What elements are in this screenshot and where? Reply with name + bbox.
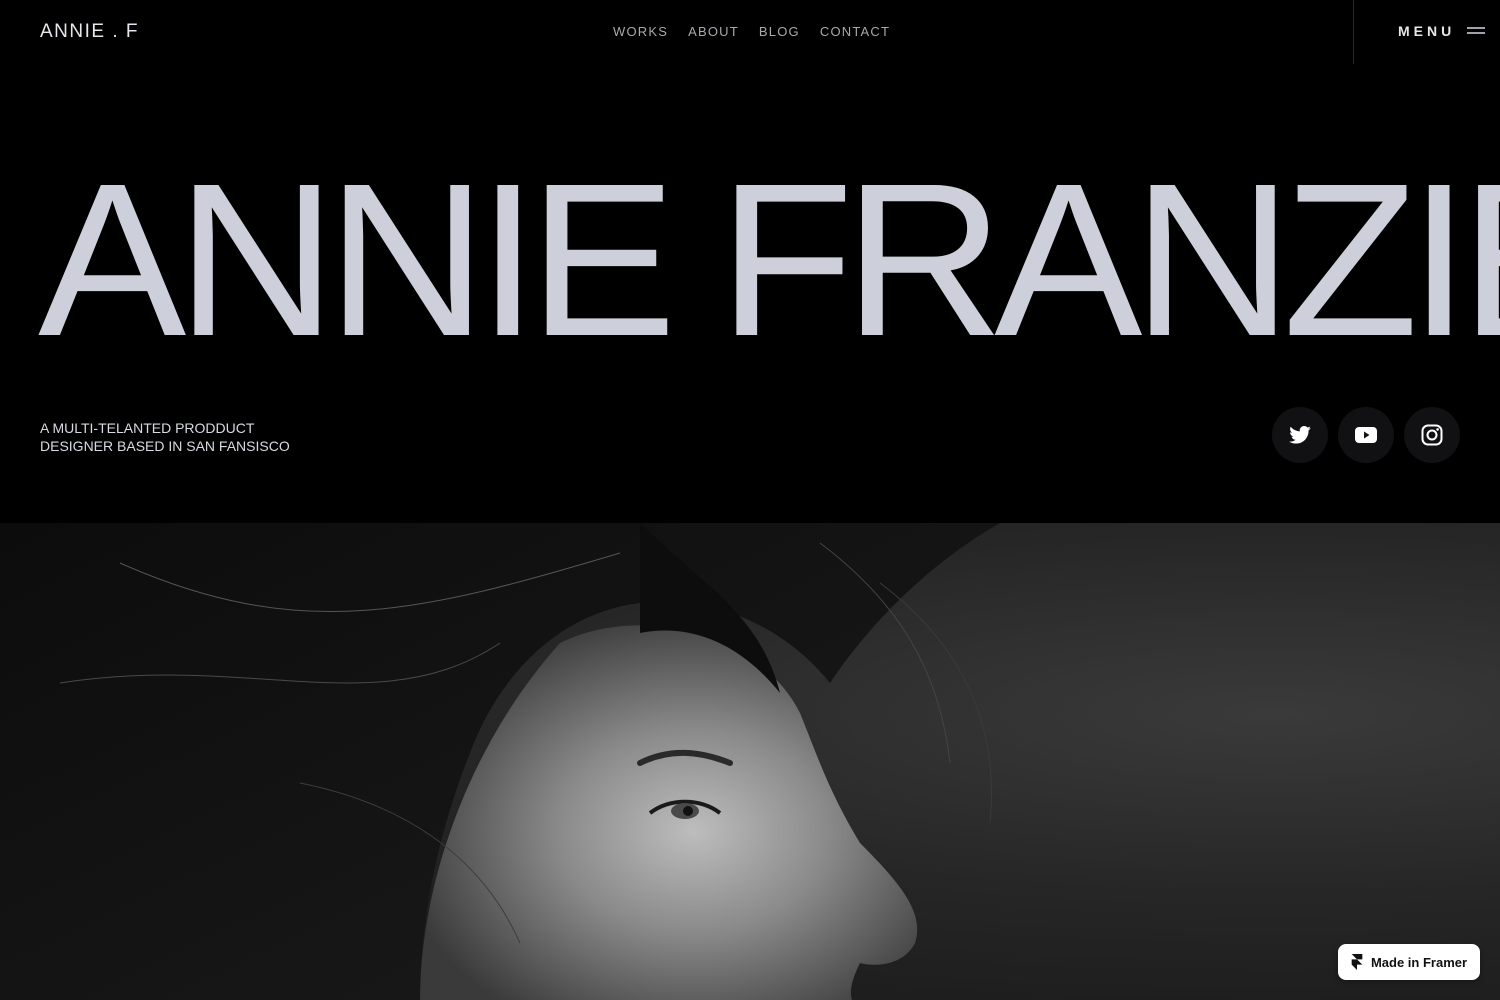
- menu-button[interactable]: MENU: [1398, 23, 1486, 39]
- tagline-line-2: DESIGNER BASED IN SAN FANSISCO: [40, 438, 290, 454]
- portrait-illustration: [0, 523, 1000, 1000]
- instagram-button[interactable]: [1404, 407, 1460, 463]
- nav-contact[interactable]: CONTACT: [820, 24, 890, 39]
- twitter-button[interactable]: [1272, 407, 1328, 463]
- hamburger-icon: [1467, 27, 1486, 35]
- hero-title: ANNIE FRANZIE.: [38, 139, 1500, 382]
- made-in-framer-badge[interactable]: Made in Framer: [1338, 944, 1480, 980]
- framer-logo-icon: [1351, 954, 1363, 970]
- social-links: [1272, 407, 1460, 463]
- youtube-button[interactable]: [1338, 407, 1394, 463]
- nav-blog[interactable]: BLOG: [759, 24, 800, 39]
- hero-tagline: A MULTI-TELANTED PRODDUCT DESIGNER BASED…: [40, 419, 360, 455]
- nav-works[interactable]: WORKS: [613, 24, 668, 39]
- badge-label: Made in Framer: [1370, 954, 1468, 970]
- instagram-icon: [1421, 424, 1443, 446]
- twitter-icon: [1289, 426, 1311, 444]
- menu-label: MENU: [1398, 23, 1456, 39]
- tagline-line-1: A MULTI-TELANTED PRODDUCT: [40, 420, 255, 436]
- menu-divider: [1353, 0, 1354, 64]
- page: ANNIE . F WORKS ABOUT BLOG CONTACT MENU …: [0, 0, 1500, 1000]
- main-nav: WORKS ABOUT BLOG CONTACT: [613, 24, 890, 39]
- site-logo[interactable]: ANNIE . F: [40, 21, 139, 43]
- hero-portrait-photo: [0, 523, 1500, 1000]
- youtube-icon: [1355, 427, 1377, 443]
- nav-about[interactable]: ABOUT: [688, 24, 739, 39]
